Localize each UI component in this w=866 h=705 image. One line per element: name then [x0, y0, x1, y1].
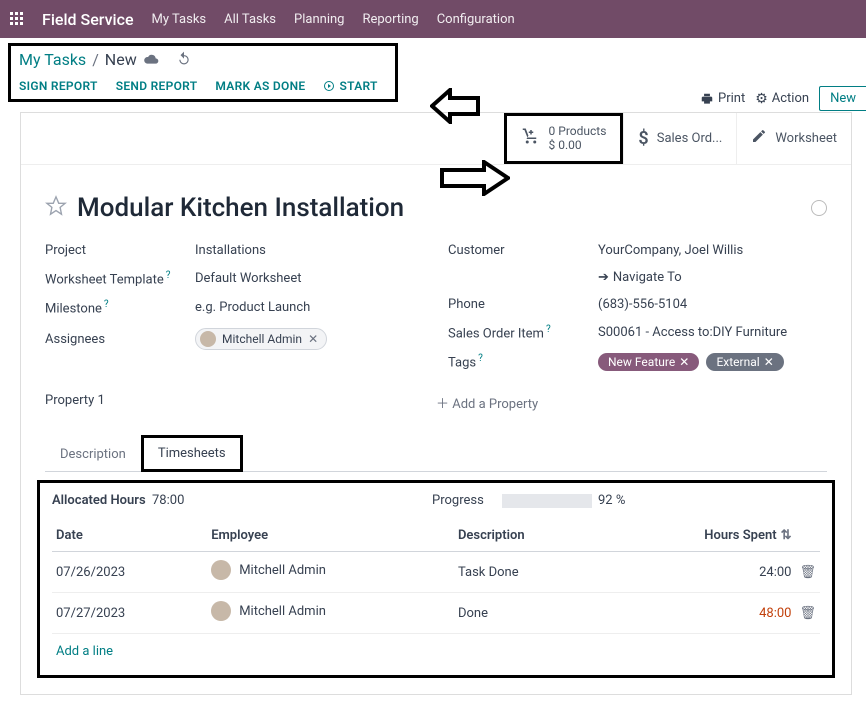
navigate-label: Navigate To	[613, 270, 682, 285]
nav-my-tasks[interactable]: My Tasks	[152, 12, 207, 27]
progress-pct: 92 %	[598, 493, 625, 508]
stage-indicator[interactable]	[811, 200, 827, 216]
nav-reporting[interactable]: Reporting	[362, 12, 418, 27]
value-allocated-hours[interactable]: 78:00	[152, 493, 432, 508]
trash-icon[interactable]: 🗑	[799, 565, 816, 580]
print-button[interactable]: Print	[700, 91, 745, 106]
label-milestone: Milestone?	[45, 299, 195, 316]
stat-products-count: 0 Products	[549, 124, 607, 138]
discard-icon[interactable]	[177, 50, 191, 69]
label-so-item: Sales Order Item?	[448, 324, 598, 341]
value-phone[interactable]: (683)-556-5104	[598, 297, 827, 312]
label-customer: Customer	[448, 243, 598, 258]
value-template[interactable]: Default Worksheet	[195, 271, 424, 286]
avatar-icon	[200, 331, 216, 347]
action-label: Action	[772, 91, 809, 106]
cell-date[interactable]: 07/26/2023	[52, 552, 207, 593]
label-project: Project	[45, 243, 195, 258]
assignee-chip[interactable]: Mitchell Admin ✕	[195, 328, 327, 350]
remove-tag-icon[interactable]: ✕	[764, 355, 774, 369]
th-hours[interactable]: Hours Spent⇅	[604, 520, 795, 552]
save-cloud-icon[interactable]	[143, 50, 159, 69]
label-phone: Phone	[448, 297, 598, 312]
breadcrumb-root[interactable]: My Tasks	[19, 50, 86, 69]
nav-all-tasks[interactable]: All Tasks	[224, 12, 276, 27]
arrow-right-icon: ➔	[598, 270, 609, 285]
th-date[interactable]: Date	[52, 520, 207, 552]
tab-description[interactable]: Description	[45, 438, 141, 471]
assignee-name: Mitchell Admin	[222, 332, 302, 346]
start-button[interactable]: START	[323, 79, 377, 93]
annotation-arrow-left	[430, 88, 480, 128]
remove-assignee-icon[interactable]: ✕	[308, 332, 318, 346]
cell-emp[interactable]: Mitchell Admin	[239, 604, 326, 619]
gear-icon: ⚙	[755, 91, 768, 107]
cell-date[interactable]: 07/27/2023	[52, 593, 207, 634]
tab-timesheets[interactable]: Timesheets	[141, 435, 243, 472]
stat-worksheet-label: Worksheet	[775, 131, 837, 146]
progress-bar	[502, 494, 592, 508]
value-assignees[interactable]: Mitchell Admin ✕	[195, 328, 424, 351]
tag-external[interactable]: External ✕	[706, 353, 783, 371]
cell-desc[interactable]: Done	[454, 593, 604, 634]
apps-icon[interactable]	[10, 12, 24, 26]
value-customer[interactable]: YourCompany, Joel Willis	[598, 243, 827, 258]
property-1[interactable]: Property 1	[45, 393, 436, 412]
value-project[interactable]: Installations	[195, 243, 424, 258]
new-button[interactable]: New	[819, 86, 866, 111]
breadcrumb-current: New	[105, 50, 137, 69]
value-tags[interactable]: New Feature ✕ External ✕	[598, 353, 827, 371]
tag-new-feature[interactable]: New Feature ✕	[598, 353, 699, 371]
cart-icon	[521, 127, 541, 149]
stat-products[interactable]: 0 Products $ 0.00	[504, 113, 624, 164]
label-allocated-hours: Allocated Hours	[52, 493, 152, 508]
value-so-item[interactable]: S00061 - Access to:DIY Furniture	[598, 325, 827, 340]
table-row[interactable]: 07/27/2023 Mitchell Admin Done 48:00 🗑	[52, 593, 820, 634]
avatar-icon	[211, 560, 231, 580]
annotation-arrow-right	[440, 160, 510, 200]
breadcrumb: My Tasks / New	[19, 50, 387, 69]
cell-desc[interactable]: Task Done	[454, 552, 604, 593]
navigate-to-link[interactable]: ➔ Navigate To	[598, 270, 827, 285]
dollar-icon: $	[638, 128, 648, 149]
stat-sales-label: Sales Ord...	[657, 131, 723, 146]
stat-sales-order[interactable]: $ Sales Ord...	[623, 113, 736, 164]
add-line-button[interactable]: Add a line	[52, 634, 820, 661]
nav-configuration[interactable]: Configuration	[437, 12, 515, 27]
brand: Field Service	[42, 10, 134, 29]
task-title[interactable]: Modular Kitchen Installation	[77, 193, 404, 223]
plus-icon: ＋	[436, 397, 449, 412]
cell-hrs[interactable]: 48:00	[604, 593, 795, 634]
nav-planning[interactable]: Planning	[294, 12, 344, 27]
pencil-icon	[751, 128, 767, 148]
avatar-icon	[211, 601, 231, 621]
sort-icon[interactable]: ⇅	[781, 528, 792, 543]
table-row[interactable]: 07/26/2023 Mitchell Admin Task Done 24:0…	[52, 552, 820, 593]
stat-worksheet[interactable]: Worksheet	[736, 113, 851, 164]
sign-report-button[interactable]: SIGN REPORT	[19, 79, 98, 93]
start-label: START	[339, 79, 377, 93]
trash-icon[interactable]: 🗑	[799, 606, 816, 621]
label-assignees: Assignees	[45, 332, 195, 347]
th-employee[interactable]: Employee	[207, 520, 454, 552]
label-tags: Tags?	[448, 353, 598, 370]
print-label: Print	[718, 91, 745, 106]
send-report-button[interactable]: SEND REPORT	[116, 79, 198, 93]
action-button[interactable]: ⚙ Action	[755, 91, 809, 107]
label-progress: Progress	[432, 493, 502, 508]
cell-hrs[interactable]: 24:00	[604, 552, 795, 593]
value-milestone[interactable]: e.g. Product Launch	[195, 300, 424, 315]
add-property-button[interactable]: ＋ Add a Property	[436, 393, 827, 412]
th-description[interactable]: Description	[454, 520, 604, 552]
label-template: Worksheet Template?	[45, 270, 195, 287]
stat-products-amount: $ 0.00	[549, 138, 607, 152]
remove-tag-icon[interactable]: ✕	[679, 355, 689, 369]
star-icon[interactable]	[45, 195, 67, 221]
mark-done-button[interactable]: MARK AS DONE	[215, 79, 305, 93]
cell-emp[interactable]: Mitchell Admin	[239, 563, 326, 578]
